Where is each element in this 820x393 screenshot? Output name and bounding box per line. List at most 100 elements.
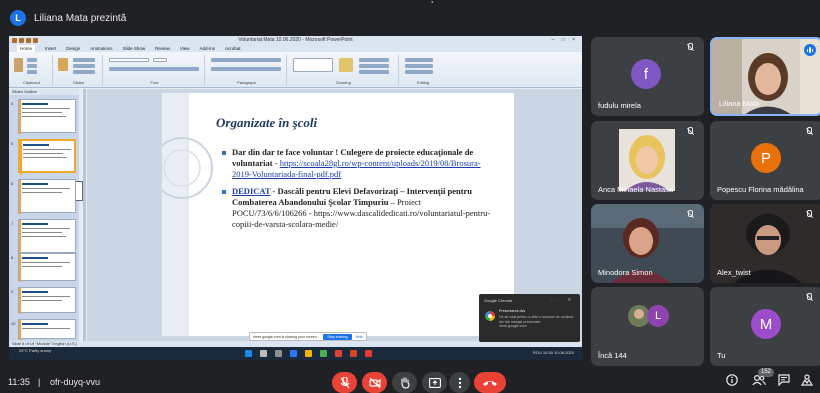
chat-button[interactable] xyxy=(778,374,790,389)
present-button[interactable] xyxy=(422,372,447,393)
slide-bullet-1: Dar din dar te face voluntar ! Culegere … xyxy=(222,147,497,180)
presenter-chip: L Liliana Mata prezintă xyxy=(10,8,126,28)
camera-off-icon xyxy=(368,377,381,388)
taskbar-tray: ROU 10:30 10.06.2020 xyxy=(532,350,574,355)
presenter-label: Liliana Mata prezintă xyxy=(34,12,127,24)
people-icon xyxy=(752,374,766,386)
powerpoint-icon[interactable] xyxy=(350,350,357,357)
participant-avatar: P xyxy=(751,143,781,173)
slide-thumbnail[interactable] xyxy=(18,253,76,282)
participant-overflow-label: Încă 144 xyxy=(598,351,627,360)
file-explorer-icon[interactable] xyxy=(305,350,312,357)
notification-site: meet.google.com xyxy=(499,324,527,328)
ribbon-tab-addins: Add-Ins xyxy=(199,46,216,51)
mic-off-icon xyxy=(340,376,349,388)
leave-call-button[interactable] xyxy=(474,372,506,393)
participant-name: Anca Mihaela Nastasa xyxy=(598,185,674,194)
window-controls: – □ × xyxy=(551,37,578,43)
raise-hand-button[interactable] xyxy=(392,372,417,393)
more-options-icon xyxy=(458,377,461,388)
participant-name: Liliana Mata xyxy=(719,99,760,108)
notification-body-text: Vă ati rulat pentru a oferi o sesiune de… xyxy=(499,315,574,324)
edge-icon[interactable] xyxy=(290,350,297,357)
notification-header: Google Chrome xyxy=(484,298,513,303)
slide-thumbnail[interactable] xyxy=(18,179,76,214)
presenter-avatar: L xyxy=(10,10,26,26)
task-view-icon[interactable] xyxy=(275,350,282,357)
stop-sharing-button[interactable]: Stop sharing xyxy=(323,333,352,340)
bullet-2-link[interactable]: DEDICAT xyxy=(232,186,270,196)
participant-avatar: f xyxy=(631,59,661,89)
meeting-code: ofr-duyq-vvu xyxy=(50,377,101,387)
end-call-icon xyxy=(483,380,497,386)
activities-icon xyxy=(800,374,814,386)
slide-thumbnail[interactable] xyxy=(18,287,76,314)
shared-screen: Voluntariat Mata 10.06.2020 - Microsoft … xyxy=(9,36,582,360)
notification-title: Prezentarea dvs xyxy=(499,309,526,313)
participant-tile-speaking[interactable]: Liliana Mata xyxy=(710,37,820,116)
ribbon-tab-acrobat: Acrobat xyxy=(225,46,241,51)
participant-tile[interactable]: Minodora Simon xyxy=(591,204,704,283)
thumb-number: 10 xyxy=(11,321,16,326)
participant-tile[interactable]: f fudulu mirela xyxy=(591,37,704,116)
participant-tile[interactable]: Alex_twist xyxy=(710,204,820,283)
chrome-icon[interactable] xyxy=(335,350,342,357)
participant-name: Minodora Simon xyxy=(598,268,653,277)
participant-overflow-tile[interactable]: L Încă 144 xyxy=(591,287,704,366)
taskbar-weather: 29°C Partly sunny xyxy=(19,348,52,353)
taskbar-app-icons xyxy=(245,350,372,357)
search-icon[interactable] xyxy=(260,350,267,357)
mic-off-button[interactable] xyxy=(332,372,357,393)
raise-hand-icon xyxy=(400,376,410,389)
thumb-number: 5 xyxy=(11,141,14,146)
slide-thumbnail[interactable] xyxy=(18,319,76,340)
slide-body: Dar din dar te face voluntar ! Culegere … xyxy=(222,147,497,236)
ribbon-group-font: Font xyxy=(105,55,205,85)
slide-thumbnail[interactable] xyxy=(18,99,76,134)
participant-name: Alex_twist xyxy=(717,268,751,277)
participant-name: Tu xyxy=(717,351,726,360)
more-options-button[interactable] xyxy=(449,372,470,393)
participant-tile[interactable]: Anca Mihaela Nastasa xyxy=(591,121,704,200)
share-banner-text: meet.google.com is sharing your screen. xyxy=(253,334,318,339)
ribbon-tab-design: Design xyxy=(66,46,81,51)
mic-muted-icon xyxy=(803,210,815,222)
thumbnail-scrollbar[interactable] xyxy=(83,89,86,341)
thumb-number: 6 xyxy=(11,181,14,186)
mic-muted-icon xyxy=(684,43,696,55)
chat-icon xyxy=(778,374,790,387)
activities-button[interactable] xyxy=(800,374,814,389)
ppt-ribbon: Clipboard Slides Font Paragraph Drawing … xyxy=(9,52,582,88)
chrome-logo-icon xyxy=(485,311,495,321)
participant-tile-self[interactable]: M Tu xyxy=(710,287,820,366)
hide-banner-button[interactable]: Hide xyxy=(356,335,366,339)
slide-thumbnail-selected[interactable] xyxy=(18,139,76,175)
participant-name: Popescu Florina mădălina xyxy=(717,185,804,194)
people-button[interactable] xyxy=(752,374,766,389)
slide-bullet-2: DEDICAT - Dascăli pentru Elevi Defavoriz… xyxy=(222,186,497,230)
info-icon xyxy=(726,374,738,386)
ribbon-group-editing: Editing xyxy=(401,55,445,85)
participant-name: fudulu mirela xyxy=(598,101,641,110)
speaking-indicator-icon xyxy=(804,44,816,56)
participant-avatar: L xyxy=(647,305,669,327)
chrome-notification[interactable]: Google Chrome ··· ✕ Prezentarea dvs Vă a… xyxy=(479,294,580,342)
camera-off-button[interactable] xyxy=(362,372,387,393)
ppt-ribbon-tabs: Home Insert Design Animations Slide Show… xyxy=(9,45,582,52)
meeting-details-button[interactable] xyxy=(726,374,738,389)
ribbon-tab-insert: Insert xyxy=(45,46,57,51)
ribbon-tab-home: Home xyxy=(17,45,36,52)
slide-thumbnail[interactable] xyxy=(18,219,76,254)
meeting-controls-bar: 11:35 | ofr-duyq-vvu 152 xyxy=(0,368,820,393)
ribbon-tab-slideshow: Slide Show xyxy=(122,46,146,51)
start-icon[interactable] xyxy=(245,350,252,357)
participant-tile[interactable]: P Popescu Florina mădălina xyxy=(710,121,820,200)
store-icon[interactable] xyxy=(320,350,327,357)
notification-menu-icon[interactable]: ··· ✕ xyxy=(551,297,574,302)
mic-muted-icon xyxy=(684,210,696,222)
ribbon-tab-animations: Animations xyxy=(90,46,113,51)
ribbon-group-drawing: Drawing xyxy=(289,55,399,85)
app-icon[interactable] xyxy=(365,350,372,357)
participant-video xyxy=(619,129,675,191)
notification-body: Vă ati rulat pentru a oferi o sesiune de… xyxy=(499,315,575,329)
